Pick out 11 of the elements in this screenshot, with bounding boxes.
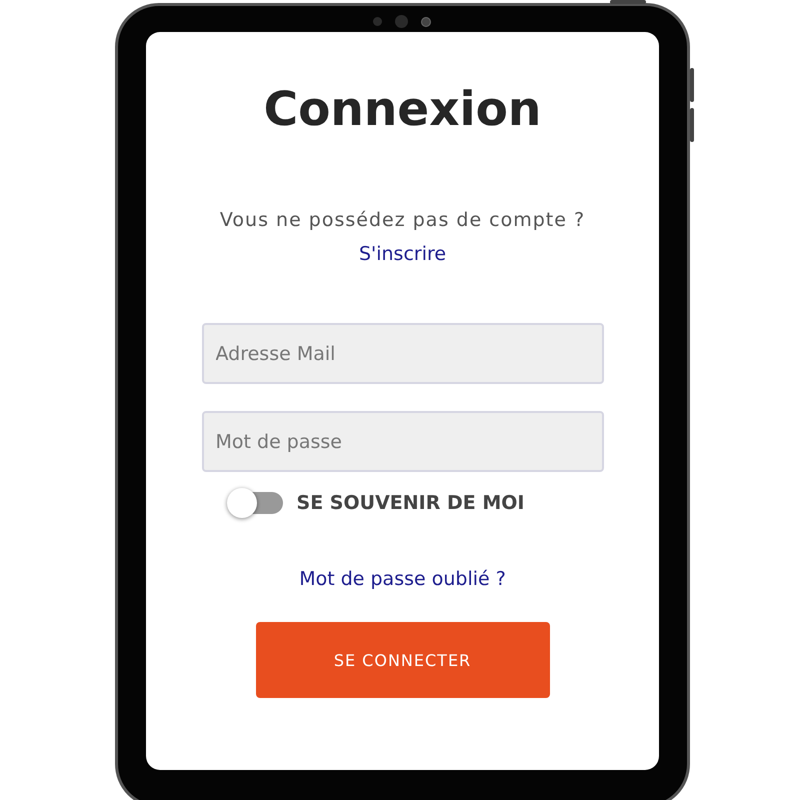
input-field[interactable]: Mot de passe (202, 411, 604, 472)
camera-icon (394, 15, 408, 28)
forgot-password-link[interactable]: Mot de passe oublié ? (299, 564, 506, 594)
page-title: Connexion (264, 82, 542, 138)
login-button[interactable]: SE CONNECTER (256, 622, 550, 698)
sensor-icon (420, 16, 430, 26)
input-field[interactable]: Adresse Mail (202, 323, 604, 384)
signup-link[interactable]: S'inscrire (358, 239, 446, 269)
signup-prompt: Vous ne possédez pas de compte ? (218, 208, 586, 233)
toggle-label: SE SOUVENIR DE MOI (296, 492, 524, 514)
sensor-icon (372, 17, 382, 26)
